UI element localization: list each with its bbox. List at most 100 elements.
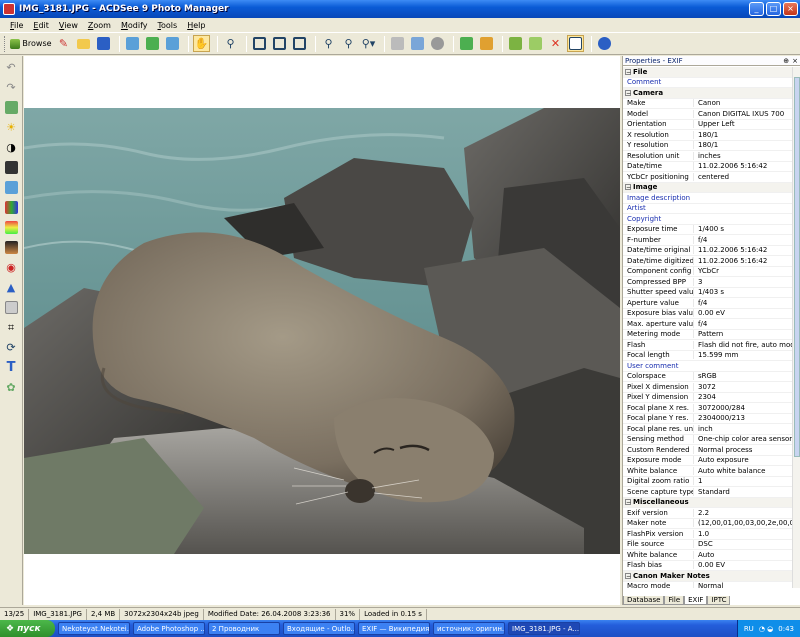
contrast-button[interactable]: ◑ — [4, 140, 19, 155]
text-button[interactable]: T — [4, 360, 19, 375]
property-row[interactable]: F-number f/4 — [623, 235, 793, 246]
property-row[interactable]: Focal length 15.599 mm — [623, 351, 793, 361]
histogram-button[interactable] — [4, 200, 19, 215]
property-row[interactable]: Flash Flash did not fire, auto mode — [623, 340, 793, 351]
menu-help[interactable]: Help — [187, 21, 205, 30]
property-section-header[interactable]: − Camera — [623, 88, 793, 99]
zoom-in-button[interactable]: ⚲ — [320, 35, 337, 52]
property-section-header[interactable]: − Image — [623, 182, 793, 193]
property-row[interactable]: Date/time original 11.02.2006 5:16:42 — [623, 246, 793, 256]
collapse-icon[interactable]: − — [625, 184, 631, 191]
collapse-icon[interactable]: − — [625, 572, 631, 579]
red-eye-reduction-button[interactable]: ◉ — [4, 260, 19, 275]
property-row[interactable]: Resolution unit inches — [623, 151, 793, 162]
close-button[interactable]: × — [783, 2, 798, 16]
property-row[interactable]: Focal plane X res. 3072000/284 — [623, 403, 793, 414]
property-row[interactable]: Artist — [623, 204, 793, 214]
red-eye-button[interactable] — [4, 100, 19, 115]
rotate-right-button[interactable] — [478, 35, 495, 52]
property-row[interactable]: White balance Auto white balance — [623, 466, 793, 477]
zoom-menu-button[interactable]: ⚲▾ — [360, 35, 377, 52]
pin-icon[interactable]: ⊕ — [783, 57, 789, 65]
browse-button[interactable]: Browse — [10, 35, 52, 52]
fit-image-button[interactable] — [251, 35, 268, 52]
property-row[interactable]: Exposure mode Auto exposure — [623, 456, 793, 466]
property-row[interactable]: File source DSC — [623, 540, 793, 550]
move-to-button[interactable] — [507, 35, 524, 52]
taskbar-task[interactable]: EXIF — Википедия... — [358, 622, 430, 635]
minimize-button[interactable]: _ — [749, 2, 764, 16]
copy-to-button[interactable] — [527, 35, 544, 52]
menu-zoom[interactable]: Zoom — [88, 21, 111, 30]
levels-button[interactable] — [4, 160, 19, 175]
property-section-header[interactable]: − File — [623, 67, 793, 78]
property-row[interactable]: Focal plane Y res. 2304000/213 — [623, 414, 793, 424]
image-viewer[interactable] — [24, 56, 620, 605]
property-row[interactable]: Max. aperture value f/4 — [623, 319, 793, 330]
property-row[interactable]: Colorspace sRGB — [623, 372, 793, 382]
property-row[interactable]: YCbCr positioning centered — [623, 172, 793, 183]
taskbar-task[interactable]: 2 Проводник — [208, 622, 280, 635]
property-row[interactable]: Component config YCbCr — [623, 267, 793, 277]
property-row[interactable]: Digital zoom ratio 1 — [623, 477, 793, 487]
property-row[interactable]: Custom Rendered Normal process — [623, 445, 793, 456]
slideshow-button[interactable] — [144, 35, 161, 52]
back-button[interactable]: ↶ — [4, 60, 19, 75]
property-row[interactable]: Date/time 11.02.2006 5:16:42 — [623, 162, 793, 172]
maximize-button[interactable]: □ — [766, 2, 781, 16]
forward-button[interactable]: ↷ — [4, 80, 19, 95]
property-row[interactable]: Copyright — [623, 214, 793, 225]
property-row[interactable]: Comment — [623, 78, 793, 88]
tab-exif[interactable]: EXIF — [684, 596, 708, 605]
rotate-left-button[interactable] — [458, 35, 475, 52]
property-row[interactable]: Date/time digitized 11.02.2006 5:16:42 — [623, 256, 793, 267]
property-row[interactable]: Focal plane res. unit inch — [623, 424, 793, 435]
property-row[interactable]: Flash bias 0.00 EV — [623, 561, 793, 571]
fit-width-button[interactable] — [271, 35, 288, 52]
property-section-header[interactable]: − Canon Maker Notes — [623, 571, 793, 582]
tab-iptc[interactable]: IPTC — [707, 596, 731, 605]
property-row[interactable]: Scene capture type Standard — [623, 487, 793, 498]
properties-button[interactable] — [567, 35, 584, 52]
edit-button[interactable]: ✎ — [55, 35, 72, 52]
color-button[interactable] — [4, 220, 19, 235]
language-indicator[interactable]: RU — [744, 625, 754, 633]
collapse-icon[interactable]: − — [625, 499, 631, 506]
rotate-button[interactable]: ⟳ — [4, 340, 19, 355]
tab-file[interactable]: File — [664, 596, 685, 605]
taskbar-task[interactable]: Входящие - Outlo... — [283, 622, 355, 635]
property-row[interactable]: Image description — [623, 193, 793, 204]
tab-database[interactable]: Database — [623, 596, 665, 605]
actual-size-button[interactable] — [291, 35, 308, 52]
menu-tools[interactable]: Tools — [157, 21, 177, 30]
photo-fix-button[interactable] — [4, 180, 19, 195]
magnifier-button[interactable]: ⚲ — [222, 35, 239, 52]
cd-button[interactable] — [429, 35, 446, 52]
crop-button[interactable]: ⌗ — [4, 320, 19, 335]
delete-button[interactable]: ✕ — [547, 35, 564, 52]
noise-button[interactable] — [4, 300, 19, 315]
next-image-button[interactable] — [164, 35, 181, 52]
collapse-icon[interactable]: − — [625, 68, 631, 75]
property-section-header[interactable]: − Miscellaneous — [623, 497, 793, 508]
taskbar-task[interactable]: источник: оригин... — [433, 622, 505, 635]
property-row[interactable]: Sensing method One-chip color area sensor — [623, 435, 793, 445]
sharpen-button[interactable]: ▲ — [4, 280, 19, 295]
property-row[interactable]: X resolution 180/1 — [623, 130, 793, 141]
properties-scrollbar[interactable] — [792, 67, 800, 588]
lighting-button[interactable] — [4, 240, 19, 255]
previous-image-button[interactable] — [124, 35, 141, 52]
property-row[interactable]: Macro mode Normal — [623, 582, 793, 588]
acdsee-app-icon[interactable] — [3, 3, 15, 15]
open-folder-button[interactable] — [75, 35, 92, 52]
hand-tool-button[interactable]: ✋ — [193, 35, 210, 52]
property-row[interactable]: Exposure bias value 0.00 eV — [623, 309, 793, 319]
property-row[interactable]: Pixel X dimension 3072 — [623, 382, 793, 393]
exif-property-list[interactable]: − File Comment − Camera Make Canon Model Canon D… — [623, 67, 793, 588]
property-row[interactable]: Shutter speed value 1/403 s — [623, 288, 793, 298]
zoom-out-button[interactable]: ⚲ — [340, 35, 357, 52]
menu-view[interactable]: View — [59, 21, 78, 30]
tray-icons[interactable]: ◔ ◒ — [759, 625, 773, 633]
property-row[interactable]: White balance Auto — [623, 550, 793, 561]
toolbar-grip[interactable] — [4, 35, 7, 52]
